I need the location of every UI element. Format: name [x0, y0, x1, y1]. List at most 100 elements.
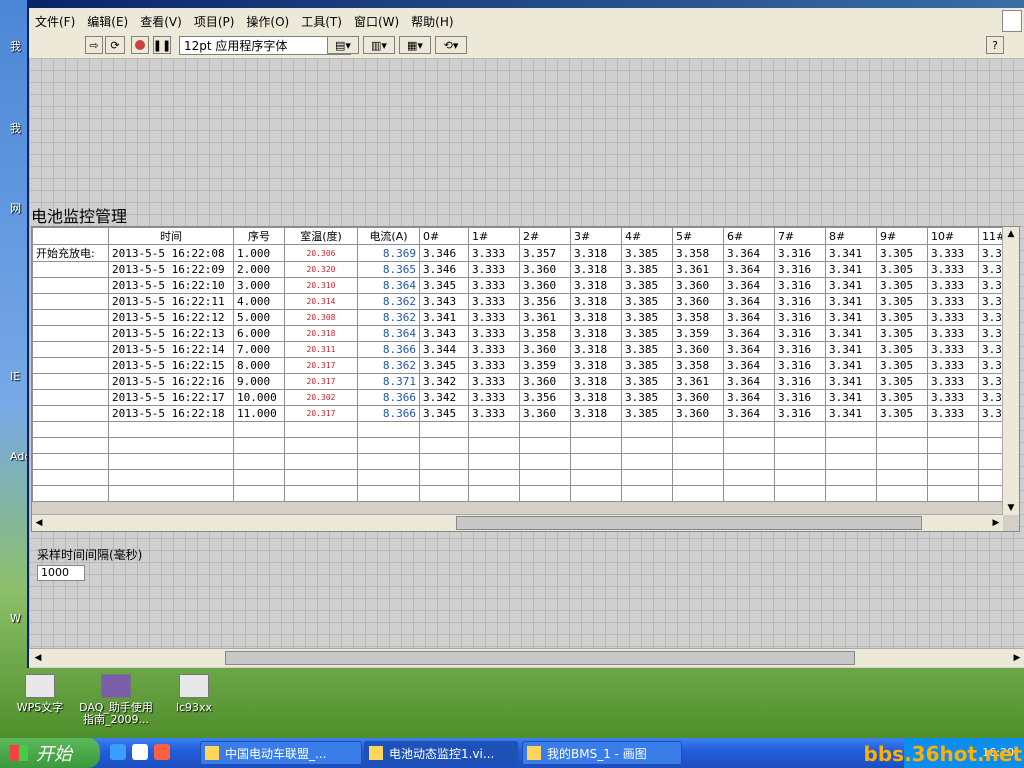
table-horizontal-scrollbar[interactable]: ◀ ▶ — [32, 514, 1003, 531]
menu-tools[interactable]: 工具(T) — [295, 13, 348, 30]
data-table-control[interactable]: 时间 序号 室温(度) 电流(A) 0# 1# 2# 3# 4# 5# 6# 7# 8# 9# 10# 11#… — [31, 226, 1020, 532]
table-cell: 3.341 — [825, 293, 877, 310]
table-row: 2013-5-5 16:22:10 3.000 20.310 8.364 3.345 3.… — [32, 277, 1019, 294]
row-label-cell — [32, 373, 109, 390]
align-objects-icon[interactable]: ▤▾ — [327, 36, 359, 54]
scroll-down-icon[interactable]: ▼ — [1004, 501, 1018, 515]
media-icon[interactable] — [154, 744, 170, 760]
table-cell — [927, 437, 979, 454]
table-cell: 3.364 — [723, 244, 775, 262]
interval-label: 采样时间间隔(毫秒) — [37, 548, 143, 562]
table-cell: 3.364 — [723, 389, 775, 406]
table-cell: 9.000 — [233, 373, 285, 390]
table-cell — [774, 437, 826, 454]
table-cell — [357, 469, 420, 486]
scroll-right-icon[interactable]: ▶ — [1010, 651, 1024, 665]
table-cell — [108, 485, 234, 502]
desktop-icon-label: DAQ_助手使用指南_2009... — [79, 701, 153, 726]
scroll-thumb[interactable] — [225, 651, 855, 665]
table-cell — [468, 485, 520, 502]
resize-objects-icon[interactable]: ▦▾ — [399, 36, 431, 54]
table-cell: 3.318 — [570, 373, 622, 390]
start-label: 开始 — [36, 744, 72, 765]
table-cell: 20.320 — [284, 261, 358, 278]
table-cell: 3.333 — [468, 357, 520, 374]
table-cell: 3.333 — [927, 405, 979, 422]
table-cell: 3.318 — [570, 405, 622, 422]
task-button[interactable]: 我的BMS_1 - 画图 — [522, 741, 682, 765]
table-cell — [284, 469, 358, 486]
table-cell — [468, 437, 520, 454]
menu-edit[interactable]: 编辑(E) — [81, 13, 134, 30]
table-cell: 20.306 — [284, 244, 358, 262]
title-bar[interactable] — [29, 0, 1024, 8]
table-cell: 3.333 — [927, 357, 979, 374]
scroll-right-icon[interactable]: ▶ — [989, 516, 1003, 530]
table-cell: 3.385 — [621, 293, 673, 310]
table-row: 2013-5-5 16:22:12 5.000 20.308 8.362 3.341 3.… — [32, 309, 1019, 326]
table-cell: 3.316 — [774, 357, 826, 374]
table-cell: 20.308 — [284, 309, 358, 326]
desktop-icon-wps[interactable]: WPS文字 — [0, 674, 80, 714]
ie-icon[interactable] — [110, 744, 126, 760]
task-button-active[interactable]: 电池动态监控1.vi... — [364, 741, 518, 765]
table-cell — [621, 421, 673, 438]
column-header: 7# — [774, 227, 826, 245]
table-cell: 3.318 — [570, 277, 622, 294]
row-label-cell — [32, 405, 109, 422]
table-cell: 2013-5-5 16:22:14 — [108, 341, 234, 358]
scroll-left-icon[interactable]: ◀ — [31, 651, 45, 665]
menu-help[interactable]: 帮助(H) — [405, 13, 459, 30]
table-cell: 10.000 — [233, 389, 285, 406]
row-label-cell — [32, 453, 109, 470]
table-row: 2013-5-5 16:22:14 7.000 20.311 8.366 3.344 3.… — [32, 341, 1019, 358]
table-cell — [723, 421, 775, 438]
menu-window[interactable]: 窗口(W) — [348, 13, 405, 30]
scroll-left-icon[interactable]: ◀ — [32, 516, 46, 530]
table-cell: 3.364 — [723, 293, 775, 310]
reorder-icon[interactable]: ⟲▾ — [435, 36, 467, 54]
table-cell: 3.305 — [876, 309, 928, 326]
menu-operate[interactable]: 操作(O) — [240, 13, 295, 30]
table-cell — [519, 453, 571, 470]
table-cell: 8.000 — [233, 357, 285, 374]
table-cell: 3.360 — [519, 277, 571, 294]
quicklaunch-icon[interactable] — [132, 744, 148, 760]
menu-file[interactable]: 文件(F) — [29, 13, 81, 30]
distribute-objects-icon[interactable]: ▥▾ — [363, 36, 395, 54]
menu-view[interactable]: 查看(V) — [134, 13, 188, 30]
table-cell: 3.385 — [621, 325, 673, 342]
scroll-thumb[interactable] — [456, 516, 922, 530]
abort-icon[interactable] — [131, 36, 149, 54]
interval-input[interactable]: 1000 — [37, 565, 85, 581]
help-button[interactable]: ? — [986, 36, 1004, 54]
table-cell: 20.317 — [284, 357, 358, 374]
table-cell — [723, 469, 775, 486]
table-cell: 3.305 — [876, 261, 928, 278]
table-cell: 3.305 — [876, 341, 928, 358]
desktop-icon-label: WPS文字 — [16, 701, 64, 714]
start-button[interactable]: 开始 — [0, 738, 100, 768]
table-cell — [468, 469, 520, 486]
pause-icon[interactable]: ❚❚ — [153, 36, 171, 54]
font-select[interactable]: 12pt 应用程序字体 ▼ — [179, 36, 351, 55]
desktop-icon-lc93xx[interactable]: lc93xx — [154, 674, 234, 714]
scroll-up-icon[interactable]: ▲ — [1004, 227, 1018, 241]
table-cell: 3.318 — [570, 325, 622, 342]
table-cell: 3.305 — [876, 293, 928, 310]
table-cell — [774, 485, 826, 502]
vi-icon — [1002, 10, 1022, 32]
table-row: 开始充放电: 2013-5-5 16:22:08 1.000 20.306 8.369 3… — [32, 244, 1019, 262]
table-cell — [570, 469, 622, 486]
menu-project[interactable]: 项目(P) — [188, 13, 241, 30]
task-button[interactable]: 中国电动车联盟_... — [200, 741, 362, 765]
run-arrow-icon[interactable]: ⇨ — [85, 36, 103, 54]
window-horizontal-scrollbar[interactable]: ◀ ▶ — [29, 648, 1024, 667]
table-vertical-scrollbar[interactable]: ▲ ▼ — [1002, 227, 1019, 515]
table-cell: 3.316 — [774, 341, 826, 358]
desktop-icon-daq[interactable]: DAQ_助手使用指南_2009... — [76, 674, 156, 726]
browser-icon — [205, 746, 219, 760]
table-cell: 3.333 — [468, 405, 520, 422]
table-cell — [774, 421, 826, 438]
run-continuous-icon[interactable]: ⟳ — [105, 36, 125, 54]
